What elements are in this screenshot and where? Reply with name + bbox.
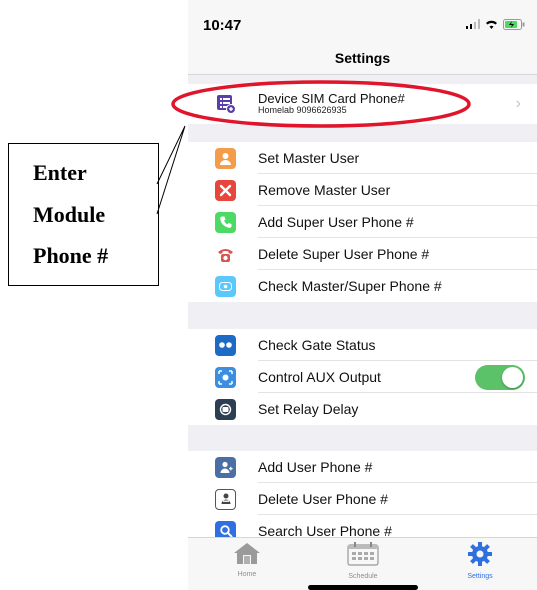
callout-pointer bbox=[156, 125, 186, 215]
annotation-overlay bbox=[156, 80, 471, 215]
highlight-ellipse bbox=[171, 80, 471, 128]
